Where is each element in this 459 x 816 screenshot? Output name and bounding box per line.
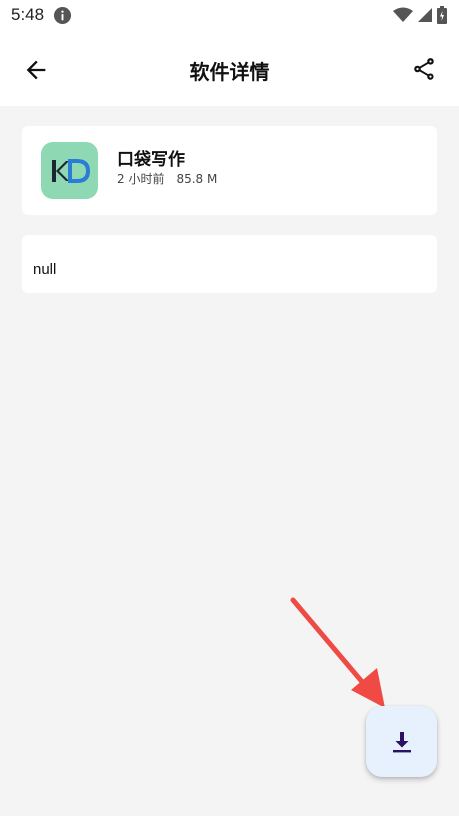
share-icon[interactable] xyxy=(411,56,437,82)
battery-icon xyxy=(437,6,447,24)
description-text: null xyxy=(33,261,57,278)
status-time: 5:48 xyxy=(11,5,45,24)
download-icon xyxy=(392,731,411,752)
status-icons xyxy=(393,6,447,24)
info-icon xyxy=(53,6,72,25)
wifi-icon xyxy=(393,7,413,22)
signal-icon xyxy=(418,8,432,22)
app-size: 85.8 M xyxy=(176,172,218,186)
app-logo-icon xyxy=(41,142,98,199)
download-button[interactable] xyxy=(366,706,437,777)
app-bar: 软件详情 xyxy=(0,32,459,106)
status-bar: 5:48 xyxy=(0,0,459,32)
page-title: 软件详情 xyxy=(189,60,270,84)
app-meta: 2 小时前 85.8 M xyxy=(117,170,217,187)
annotation-arrow-icon xyxy=(290,597,385,708)
description-card: null xyxy=(22,235,437,293)
app-info-card[interactable]: 口袋写作 2 小时前 85.8 M xyxy=(22,126,437,215)
app-name: 口袋写作 xyxy=(117,150,185,170)
app-updated-time: 2 小时前 xyxy=(117,172,165,186)
kd-logo-icon xyxy=(51,158,90,183)
